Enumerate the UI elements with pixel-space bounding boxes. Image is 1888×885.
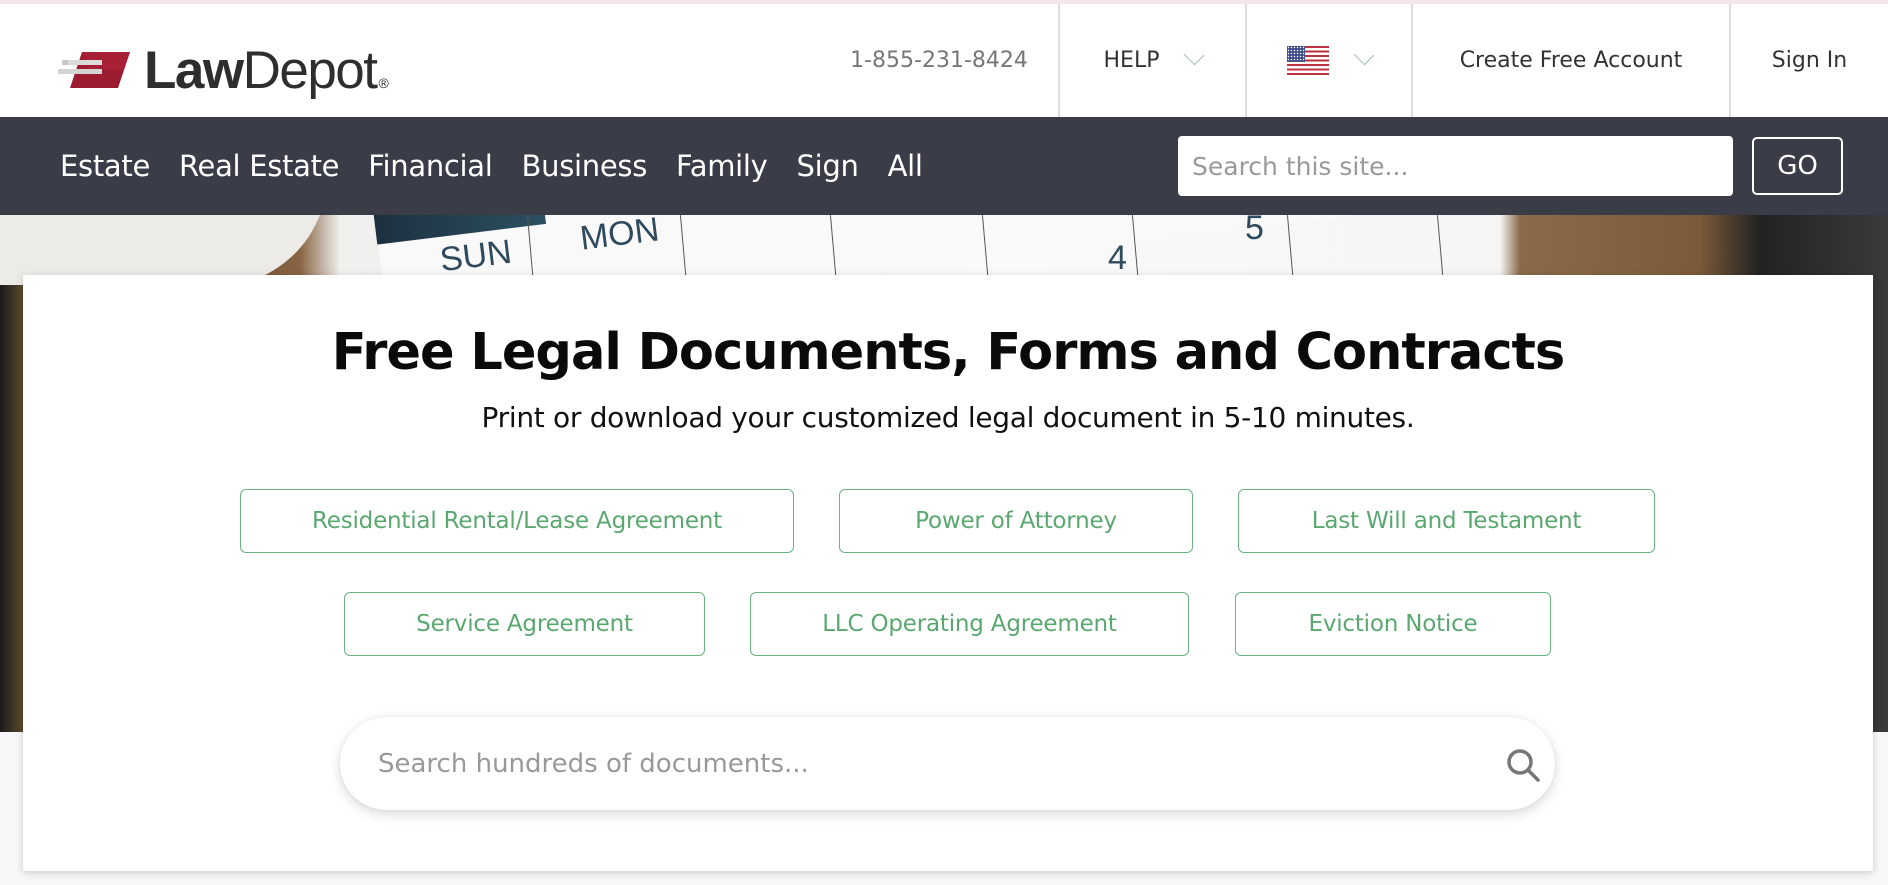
document-search-input[interactable] xyxy=(378,717,1428,810)
search-icon[interactable] xyxy=(1505,747,1541,783)
phone-number[interactable]: 1-855-231-8424 xyxy=(820,4,1058,117)
doc-button-power-of-attorney[interactable]: Power of Attorney xyxy=(839,489,1193,553)
doc-button-eviction-notice[interactable]: Eviction Notice xyxy=(1235,592,1551,656)
nav-links: Estate Real Estate Financial Business Fa… xyxy=(60,117,923,215)
chevron-down-icon xyxy=(1353,44,1375,65)
nav-link-real-estate[interactable]: Real Estate xyxy=(179,149,340,183)
category-nav: Estate Real Estate Financial Business Fa… xyxy=(0,117,1888,215)
hero-card: Free Legal Documents, Forms and Contract… xyxy=(23,275,1873,871)
help-menu[interactable]: HELP xyxy=(1060,4,1245,117)
doc-button-llc-operating-agreement[interactable]: LLC Operating Agreement xyxy=(750,592,1189,656)
chevron-down-icon xyxy=(1184,44,1205,65)
site-search-input[interactable] xyxy=(1178,136,1733,196)
nav-link-sign[interactable]: Sign xyxy=(797,149,859,183)
country-selector[interactable] xyxy=(1247,4,1411,117)
document-search-bar xyxy=(340,717,1555,810)
doc-button-last-will[interactable]: Last Will and Testament xyxy=(1238,489,1655,553)
nav-link-financial[interactable]: Financial xyxy=(368,149,493,183)
site-header: LawDepot ® 1-855-231-8424 HELP Create Fre… xyxy=(0,4,1888,117)
page-subtitle: Print or download your customized legal … xyxy=(481,401,1415,434)
help-label: HELP xyxy=(1103,48,1160,73)
doc-button-service-agreement[interactable]: Service Agreement xyxy=(344,592,705,656)
logo-mark-icon xyxy=(58,52,130,88)
nav-link-estate[interactable]: Estate xyxy=(60,149,150,183)
page-title: Free Legal Documents, Forms and Contract… xyxy=(331,323,1566,382)
sign-in-link[interactable]: Sign In xyxy=(1731,4,1888,117)
calendar-word: 4 xyxy=(1108,239,1127,277)
nav-link-family[interactable]: Family xyxy=(676,149,768,183)
nav-link-all[interactable]: All xyxy=(888,149,923,183)
logo-wordmark: LawDepot ® xyxy=(144,40,389,100)
us-flag-icon xyxy=(1287,46,1329,75)
doc-button-residential-lease[interactable]: Residential Rental/Lease Agreement xyxy=(240,489,794,553)
create-account-link[interactable]: Create Free Account xyxy=(1413,4,1729,117)
nav-link-business[interactable]: Business xyxy=(522,149,648,183)
go-button[interactable]: GO xyxy=(1752,137,1843,195)
calendar-word: 5 xyxy=(1245,215,1264,247)
lawdepot-logo[interactable]: LawDepot ® xyxy=(58,40,389,100)
